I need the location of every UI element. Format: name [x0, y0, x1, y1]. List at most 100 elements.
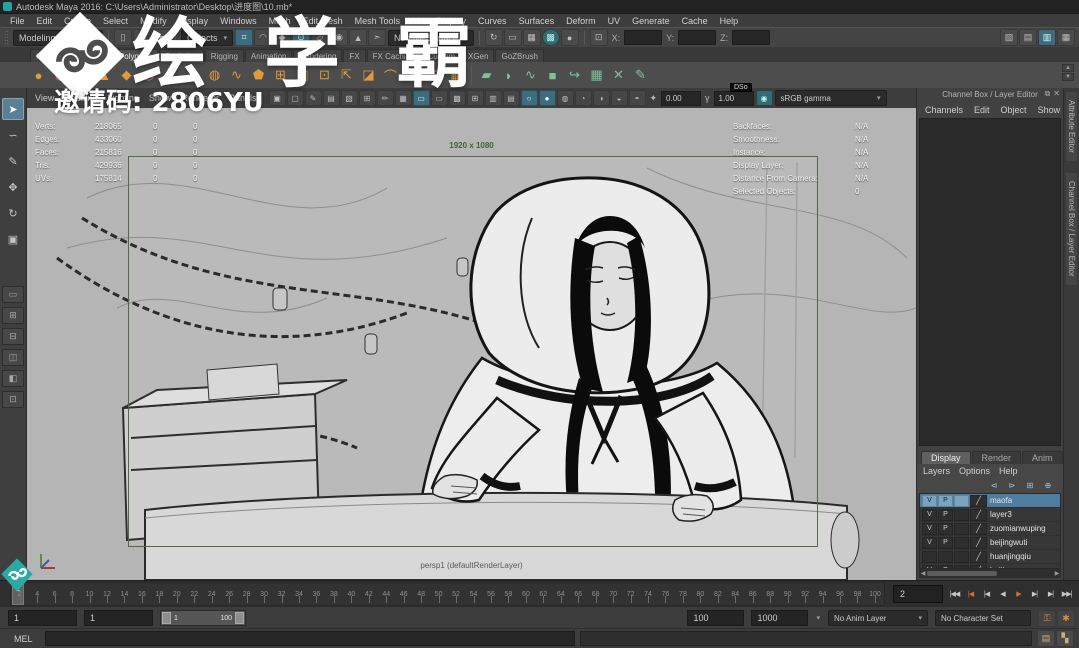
timeline-tick[interactable]: 12	[98, 583, 115, 605]
layer-display-type-toggle[interactable]	[954, 508, 969, 521]
go-to-start-button[interactable]: |◀◀	[947, 586, 962, 602]
menu-item[interactable]: Mesh Display	[406, 16, 472, 26]
lock-selection-icon[interactable]: ▲	[349, 29, 368, 46]
timeline-tick[interactable]: 100	[866, 583, 883, 605]
step-forward-frame-button[interactable]: ▶|	[1043, 586, 1058, 602]
layer-visibility-toggle[interactable]: V	[922, 536, 937, 549]
timeline-tick[interactable]: 64	[552, 583, 569, 605]
textured-icon[interactable]: ◍	[556, 90, 574, 106]
shelf-tab[interactable]: FX	[343, 49, 366, 62]
bridge-icon[interactable]: ⌒	[380, 65, 401, 86]
layer-visibility-toggle[interactable]	[922, 550, 937, 563]
new-scene-icon[interactable]: ▯	[114, 29, 132, 46]
layer-row[interactable]: huanjingqiu	[920, 550, 1060, 564]
viewport-menu-item[interactable]: Renderer	[177, 93, 223, 103]
timeline-tick[interactable]: 4	[28, 583, 45, 605]
poly-pipe-icon[interactable]: ◍	[204, 65, 225, 86]
green-cube-icon[interactable]: ■	[542, 65, 563, 86]
shelf-tab[interactable]: GoZBrush	[495, 49, 544, 62]
layer-color-swatch[interactable]	[970, 494, 987, 507]
layer-name[interactable]: huanjingqiu	[988, 552, 1031, 561]
scroll-right-icon[interactable]: ▶	[1053, 570, 1061, 577]
tool-settings-toggle-icon[interactable]: ▥	[1038, 29, 1056, 46]
timeline-tick[interactable]: 46	[395, 583, 412, 605]
timeline-tick[interactable]: 38	[325, 583, 342, 605]
menu-item[interactable]: Cache	[676, 16, 714, 26]
timeline-tick[interactable]: 82	[709, 583, 726, 605]
play-forwards-button[interactable]: ▶	[1011, 586, 1026, 602]
make-object-live-icon[interactable]: ◉	[330, 29, 349, 46]
layer-editor-menu-item[interactable]: Help	[999, 466, 1018, 476]
step-back-frame-button[interactable]: |◀	[963, 586, 978, 602]
snap-to-grids-icon[interactable]: ⌗	[235, 29, 254, 46]
lasso-select-tool[interactable]: ∽	[2, 124, 24, 146]
exposure-field[interactable]: 0.00	[661, 90, 702, 106]
viewport-menu-item[interactable]: View	[31, 93, 58, 103]
layer-playback-toggle[interactable]	[938, 550, 953, 563]
viewport-menu-item[interactable]: Show	[145, 93, 176, 103]
timeline-tick[interactable]: 68	[587, 583, 604, 605]
menu-item[interactable]: Generate	[626, 16, 676, 26]
live-surface-field[interactable]: No Live Surface	[388, 29, 474, 46]
use-all-lights-icon[interactable]: ◔	[574, 90, 592, 106]
move-tool[interactable]: ✥	[2, 176, 24, 198]
playback-start-field[interactable]: 1	[84, 610, 153, 626]
timeline-tick[interactable]: 62	[535, 583, 552, 605]
open-scene-icon[interactable]: ▤	[133, 29, 151, 46]
save-scene-icon[interactable]: ▼	[152, 29, 170, 46]
scrollbar-thumb[interactable]	[927, 571, 997, 576]
timeline-tick[interactable]: 28	[238, 583, 255, 605]
poly-diamond-icon[interactable]: ◆	[116, 65, 137, 86]
grid-icon[interactable]: ▦	[394, 90, 412, 106]
script-editor-icon[interactable]: ▤	[1037, 630, 1055, 647]
boolean-icon[interactable]: ◧	[292, 65, 313, 86]
animation-preferences-icon[interactable]: ✱	[1057, 609, 1075, 627]
layer-visibility-toggle[interactable]: V	[922, 508, 937, 521]
snap-to-projected-center-icon[interactable]: ⊙	[292, 29, 311, 46]
scale-tool[interactable]: ▣	[2, 228, 24, 250]
timeline-tick[interactable]: 10	[81, 583, 98, 605]
timeline-tick[interactable]: 70	[604, 583, 621, 605]
ipr-render-icon[interactable]: ▩	[541, 29, 560, 46]
shadows-icon[interactable]: ◑	[592, 90, 610, 106]
range-end-handle[interactable]	[235, 612, 244, 624]
close-panel-icon[interactable]: ✕	[1053, 89, 1060, 99]
step-back-key-button[interactable]: |◀	[979, 586, 994, 602]
poly-sphere-icon[interactable]: ●	[28, 65, 49, 86]
menu-item[interactable]: Surfaces	[513, 16, 561, 26]
layer-visibility-toggle[interactable]: V	[922, 494, 937, 507]
exposure-icon[interactable]: ✦	[650, 93, 658, 104]
layer-editor-menu-item[interactable]: Layers	[923, 466, 950, 476]
layer-row[interactable]: V P beijingwuti	[920, 536, 1060, 550]
field-chart-icon[interactable]: ⊞	[466, 90, 484, 106]
layer-editor-menu-item[interactable]: Options	[959, 466, 990, 476]
select-layer-objects-icon[interactable]: ⊲	[987, 480, 1001, 491]
timeline-tick[interactable]: 2	[11, 583, 28, 605]
layer-playback-toggle[interactable]: P	[938, 508, 953, 521]
create-layer-from-selected-icon[interactable]: ⊞	[1023, 480, 1037, 491]
command-shell-icon[interactable]: ▚	[1056, 630, 1074, 647]
selection-mask-dropdown[interactable]: Objects	[181, 29, 234, 46]
green-checker-box-icon[interactable]: ▦	[586, 65, 607, 86]
character-set-dropdown[interactable]: No Character Set	[935, 610, 1031, 626]
step-forward-key-button[interactable]: ▶|	[1027, 586, 1042, 602]
green-plane-icon[interactable]: ▰	[476, 65, 497, 86]
layer-editor-tab[interactable]: Display	[921, 451, 971, 464]
menu-item[interactable]: Modify	[134, 16, 173, 26]
menu-item[interactable]: Curves	[472, 16, 513, 26]
timeline-tick[interactable]: 14	[116, 583, 133, 605]
scroll-left-icon[interactable]: ◀	[919, 570, 927, 577]
add-selected-to-layer-icon[interactable]: ⊳	[1005, 480, 1019, 491]
go-to-end-button[interactable]: ▶▶|	[1059, 586, 1074, 602]
color-management-icon[interactable]: ◉	[755, 90, 773, 106]
timeline-tick[interactable]: 96	[831, 583, 848, 605]
timeline-tick[interactable]: 66	[570, 583, 587, 605]
lock-camera-icon[interactable]: ▢	[286, 90, 304, 106]
layer-color-swatch[interactable]	[970, 550, 987, 563]
smooth-mesh-icon[interactable]: ⊡	[314, 65, 335, 86]
timeline-tick[interactable]: 24	[203, 583, 220, 605]
menu-item[interactable]: Select	[97, 16, 134, 26]
timeline-tick[interactable]: 8	[63, 583, 80, 605]
shelf-tab[interactable]: Animation	[244, 49, 293, 62]
highlight-selection-mode-icon[interactable]: ➣	[368, 29, 387, 46]
